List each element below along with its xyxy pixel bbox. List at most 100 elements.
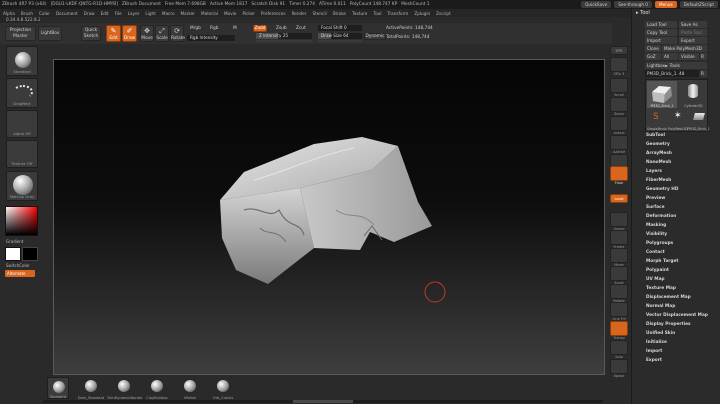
rotate-view-button[interactable]: Rotate xyxy=(610,284,628,303)
load-tool-button[interactable]: Load Tool xyxy=(645,21,677,28)
bpr-button[interactable]: BPR xyxy=(610,46,628,55)
subpalette-texture-map[interactable]: Texture Map xyxy=(646,286,676,291)
menu-zplugin[interactable]: Zplugin xyxy=(411,11,433,16)
focal-shift-slider[interactable]: Focal Shift 0 xyxy=(318,25,362,31)
line-fill-button[interactable]: Line Fill xyxy=(610,302,628,321)
subpalette-polygroups[interactable]: Polygroups xyxy=(646,241,673,246)
subpalette-fibermesh[interactable]: FiberMesh xyxy=(646,178,671,183)
rgb-intensity-slider[interactable]: Rgb Intensity xyxy=(187,35,235,41)
brush-orb-cracks[interactable]: Orb_Cracks xyxy=(212,377,234,400)
actual-button[interactable]: Actual xyxy=(610,116,628,135)
tool-thumb-brick-small[interactable]: PM3D_Brick_1 xyxy=(687,109,710,131)
quick-sketch-button[interactable]: Quick Sketch xyxy=(81,26,101,41)
dynamic-button[interactable]: Dynamic xyxy=(364,33,386,40)
zsub-button[interactable]: Zsub xyxy=(276,26,287,31)
tool-thumb-brick[interactable]: PM3D_Brick_1 xyxy=(647,81,677,108)
export-tool-button[interactable]: Export xyxy=(679,37,707,44)
gizmo-button[interactable]: Gizmo xyxy=(610,212,628,231)
gradient-label[interactable]: Gradient xyxy=(6,239,23,244)
sculpt-viewport[interactable] xyxy=(54,60,605,375)
subpalette-morph-target[interactable]: Morph Target xyxy=(646,259,678,264)
menu-movie[interactable]: Movie xyxy=(221,11,239,16)
see-through-slider[interactable]: See-through 0 xyxy=(614,1,652,8)
subpalette-geometry-hd[interactable]: Geometry HD xyxy=(646,187,678,192)
save-as-button[interactable]: Save As xyxy=(679,21,707,28)
menu-picker[interactable]: Picker xyxy=(239,11,257,16)
brush-standard[interactable]: Standard xyxy=(47,377,69,399)
alpha-thumbnail[interactable]: Alpha Off xyxy=(6,110,38,138)
r-button[interactable]: R xyxy=(700,53,707,60)
document-canvas[interactable] xyxy=(53,59,605,375)
import-tool-button[interactable]: Import xyxy=(645,37,677,44)
scroll-button[interactable]: Scroll xyxy=(610,78,628,97)
draw-size-slider[interactable]: Draw Size 64 xyxy=(318,33,362,39)
menu-zscript[interactable]: Zscript xyxy=(433,11,454,16)
frame-button[interactable]: Frame xyxy=(610,230,628,249)
transp-button[interactable]: Transp xyxy=(610,321,628,340)
main-color-swatch[interactable] xyxy=(5,247,21,261)
tool-thumb-polymesh[interactable]: ✶ PolyMesh3D xyxy=(668,109,688,131)
subpalette-unified-skin[interactable]: Unified Skin xyxy=(646,331,675,336)
menu-tool[interactable]: Tool xyxy=(370,11,384,16)
rgb-toggle[interactable]: Rgb xyxy=(210,26,218,31)
move-view-button[interactable]: Move xyxy=(610,248,628,267)
solo-button[interactable]: Solo xyxy=(610,340,628,359)
subpalette-vector-displacement-map[interactable]: Vector Displacement Map xyxy=(646,313,708,318)
menu-draw[interactable]: Draw xyxy=(81,11,98,16)
color-picker[interactable] xyxy=(5,206,38,236)
subpalette-uv-map[interactable]: UV Map xyxy=(646,277,665,282)
menus-button[interactable]: Menus xyxy=(654,1,677,8)
spix-button[interactable]: SPix 3 xyxy=(610,57,628,76)
scrollbar-thumb[interactable] xyxy=(293,400,353,403)
xpose-button[interactable]: Xpose xyxy=(610,359,628,378)
menu-stencil[interactable]: Stencil xyxy=(309,11,329,16)
m-toggle[interactable]: M xyxy=(233,26,237,31)
current-tool-r-button[interactable]: R xyxy=(700,70,707,77)
brush-hpolish[interactable]: hPolish xyxy=(179,377,201,400)
clone-button[interactable]: Clone xyxy=(645,45,661,52)
subpalette-polypaint[interactable]: Polypaint xyxy=(646,268,669,273)
alternate-button[interactable]: Alternate xyxy=(5,270,35,277)
texture-thumbnail[interactable]: Texture Off xyxy=(6,140,38,168)
zoom-button[interactable]: Zoom xyxy=(610,97,628,116)
subpalette-preview[interactable]: Preview xyxy=(646,196,665,201)
menu-edit[interactable]: Edit xyxy=(98,11,112,16)
zcut-button[interactable]: Zcut xyxy=(296,26,306,31)
subpalette-export[interactable]: Export xyxy=(646,358,662,363)
menu-render[interactable]: Render xyxy=(289,11,310,16)
menu-alpha[interactable]: Alpha xyxy=(0,11,18,16)
horizontal-scrollbar[interactable] xyxy=(43,400,603,403)
scale-view-button[interactable]: Scale xyxy=(610,266,628,285)
subpalette-normal-map[interactable]: Normal Map xyxy=(646,304,675,309)
tool-palette-header[interactable]: ▸ Tool xyxy=(636,10,650,16)
subpalette-contact[interactable]: Contact xyxy=(646,250,665,255)
visible-button[interactable]: Visible xyxy=(679,53,699,60)
floor-button[interactable]: Floor xyxy=(610,166,628,185)
subpalette-displacement-map[interactable]: Displacement Map xyxy=(646,295,691,300)
subpalette-layers[interactable]: Layers xyxy=(646,169,662,174)
projection-master-button[interactable]: Projection Master xyxy=(5,26,36,41)
menu-marker[interactable]: Marker xyxy=(178,11,198,16)
menu-transform[interactable]: Transform xyxy=(384,11,411,16)
menu-layer[interactable]: Layer xyxy=(125,11,143,16)
subpalette-subtool[interactable]: SubTool xyxy=(646,133,665,138)
zadd-button[interactable]: Zadd xyxy=(253,25,267,32)
menu-preferences[interactable]: Preferences xyxy=(258,11,289,16)
scale-button[interactable]: ⤢ Scale xyxy=(155,25,169,42)
menu-macro[interactable]: Macro xyxy=(159,11,178,16)
menu-brush[interactable]: Brush xyxy=(18,11,36,16)
copy-tool-button[interactable]: Copy Tool xyxy=(645,29,677,36)
rotate-button[interactable]: ⟳ Rotate xyxy=(170,25,185,42)
brush-dam-standard[interactable]: Dam_Standard xyxy=(78,377,104,400)
brush-claybuildup[interactable]: ClayBuildup xyxy=(146,377,168,400)
subpalette-masking[interactable]: Masking xyxy=(646,223,666,228)
lightbox-tools-button[interactable]: Lightbox► Tools xyxy=(645,62,707,69)
subpalette-nanomesh[interactable]: NanoMesh xyxy=(646,160,671,165)
lightbox-button[interactable]: LightBox xyxy=(38,26,62,41)
stroke-thumbnail[interactable]: DragRect xyxy=(6,78,38,108)
menu-light[interactable]: Light xyxy=(142,11,158,16)
menu-texture[interactable]: Texture xyxy=(349,11,370,16)
goz-button[interactable]: GoZ xyxy=(645,53,661,60)
quicksave-button[interactable]: QuickSave xyxy=(581,1,612,8)
make-polymesh3d-button[interactable]: Make PolyMesh3D xyxy=(662,45,707,52)
